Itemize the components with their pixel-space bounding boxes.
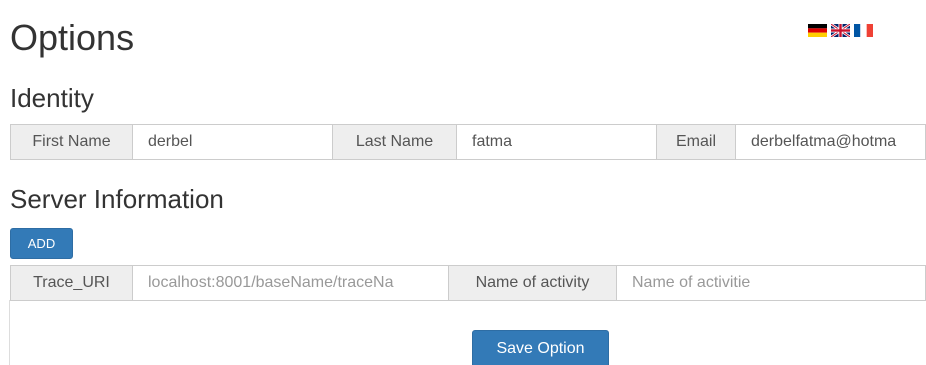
save-option-button[interactable]: Save Option xyxy=(472,330,609,365)
trace-uri-input[interactable] xyxy=(133,265,449,301)
left-divider xyxy=(9,300,10,365)
language-selector xyxy=(808,24,873,37)
options-page: Options Identity First Name Last Name xyxy=(0,0,926,365)
identity-input-group: First Name Last Name Email xyxy=(10,124,926,160)
email-input[interactable] xyxy=(736,124,926,160)
first-name-label: First Name xyxy=(10,124,133,160)
flag-fr-icon[interactable] xyxy=(854,24,873,37)
last-name-label: Last Name xyxy=(333,124,457,160)
first-name-input[interactable] xyxy=(133,124,333,160)
server-information-heading: Server Information xyxy=(10,184,224,214)
flag-de-icon[interactable] xyxy=(808,24,827,37)
last-name-input[interactable] xyxy=(457,124,657,160)
server-input-group: Trace_URI Name of activity xyxy=(10,265,926,301)
trace-uri-label: Trace_URI xyxy=(10,265,133,301)
flag-uk-icon[interactable] xyxy=(831,24,850,37)
identity-heading: Identity xyxy=(10,83,94,113)
email-label: Email xyxy=(657,124,736,160)
page-title: Options xyxy=(10,17,135,58)
activity-name-label: Name of activity xyxy=(449,265,617,301)
add-button[interactable]: ADD xyxy=(10,228,73,259)
activity-name-input[interactable] xyxy=(617,265,926,301)
